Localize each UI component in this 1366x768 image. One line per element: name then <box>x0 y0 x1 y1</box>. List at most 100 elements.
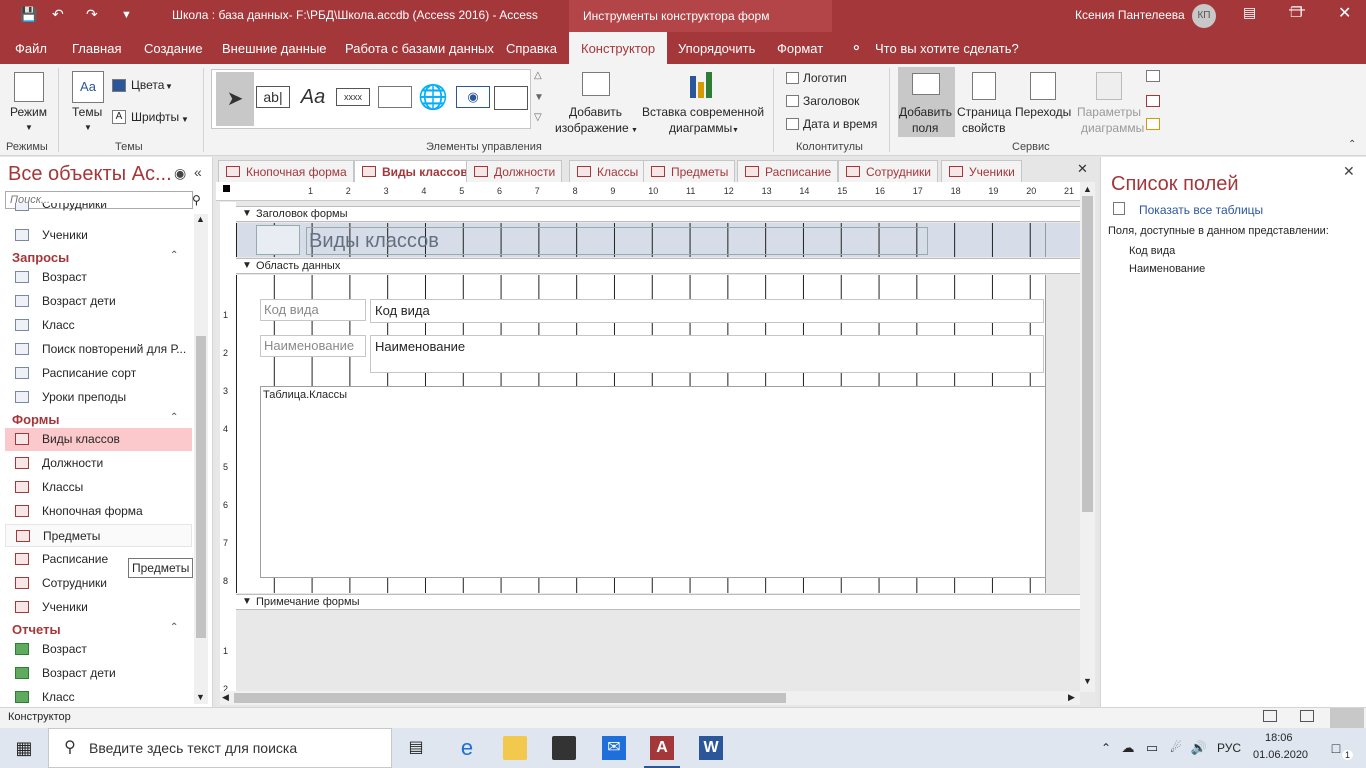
store-icon[interactable] <box>552 736 576 760</box>
hyperlink-globe-icon[interactable]: 🌐 <box>416 84 450 118</box>
design-hscrollbar[interactable]: ◀ ▶ <box>220 691 1080 705</box>
list-item[interactable]: Поиск повторений для Р... <box>5 338 192 361</box>
scroll-down-icon[interactable]: ▼ <box>1083 676 1092 686</box>
windows-start-icon[interactable]: ▦ <box>12 736 36 760</box>
gallery-down-icon[interactable]: ▼ <box>534 92 544 103</box>
doc-tab[interactable]: Должности <box>466 160 563 182</box>
form-title-label[interactable]: Виды классов <box>306 227 928 255</box>
tab-help[interactable]: Справка <box>506 41 557 56</box>
scroll-thumb[interactable] <box>1082 196 1093 512</box>
list-item[interactable]: Уроки преподы <box>5 386 192 409</box>
tab-arrange[interactable]: Упорядочить <box>678 41 755 56</box>
design-vscrollbar[interactable]: ▲ ▼ <box>1080 182 1095 692</box>
language-indicator[interactable]: РУС <box>1217 741 1241 755</box>
convert-macros-icon[interactable] <box>1146 118 1160 130</box>
list-item[interactable]: Расписание сорт <box>5 362 192 385</box>
code-label[interactable]: Код вида <box>260 299 366 321</box>
view-code-icon[interactable] <box>1146 70 1160 82</box>
form-logo-icon[interactable] <box>256 225 300 255</box>
tab-create[interactable]: Создание <box>144 41 203 56</box>
customize-qa-icon[interactable]: ▼ <box>121 9 132 21</box>
collapse-section-icon[interactable]: ⌃ <box>170 412 178 423</box>
list-item[interactable]: Класс <box>5 686 192 704</box>
horizontal-ruler[interactable]: 12345678910111213141516171819202122 <box>216 182 1112 201</box>
doc-tab[interactable]: Расписание <box>737 160 839 182</box>
vertical-ruler[interactable]: 1234567812 <box>220 202 236 694</box>
wifi-icon[interactable]: ☄ <box>1164 736 1188 760</box>
design-view-icon[interactable] <box>1330 708 1364 728</box>
close-document-icon[interactable]: ✕ <box>1077 161 1088 177</box>
doc-tab[interactable]: Классы <box>569 160 646 182</box>
search-icon[interactable]: ⚲ <box>192 193 201 207</box>
doc-tab[interactable]: Ученики <box>941 160 1022 182</box>
list-item[interactable]: Возраст дети <box>5 662 192 685</box>
doc-tab[interactable]: Предметы <box>643 160 736 182</box>
show-all-tables-link[interactable]: Показать все таблицы <box>1139 203 1263 217</box>
scroll-up-icon[interactable]: ▲ <box>196 214 205 224</box>
code-textbox[interactable]: Код вида <box>370 299 1044 323</box>
nav-scrollbar[interactable]: ▲ ▼ <box>194 214 208 704</box>
clock-date[interactable]: 01.06.2020 <box>1253 749 1308 761</box>
access-icon[interactable]: A <box>650 736 674 760</box>
ribbon-options-icon[interactable]: ▤ <box>1243 4 1256 21</box>
collapse-section-icon[interactable]: ⌃ <box>170 622 178 633</box>
list-item[interactable]: Возраст <box>5 638 192 661</box>
gallery-up-icon[interactable]: △ <box>534 70 542 81</box>
subform-icon[interactable] <box>1146 95 1160 107</box>
tab-home[interactable]: Главная <box>72 41 121 56</box>
redo-icon[interactable]: ↷ <box>86 6 98 23</box>
collapse-section-icon[interactable]: ⌃ <box>170 250 178 261</box>
close-icon[interactable]: ✕ <box>1338 3 1351 23</box>
section-reports[interactable]: Отчеты ⌃ <box>12 622 178 637</box>
section-queries[interactable]: Запросы ⌃ <box>12 250 178 265</box>
tab-format[interactable]: Формат <box>777 41 823 56</box>
word-icon[interactable]: W <box>699 736 723 760</box>
tray-chevron-icon[interactable]: ⌃ <box>1094 736 1118 760</box>
file-explorer-icon[interactable] <box>503 736 527 760</box>
section-bar-header[interactable]: ▼ Заголовок формы <box>236 206 1080 222</box>
task-view-icon[interactable]: ▤ <box>404 736 428 760</box>
tab-external-data[interactable]: Внешние данные <box>222 41 327 56</box>
form-selector[interactable] <box>223 185 230 192</box>
list-item[interactable]: Кнопочная форма <box>5 500 192 523</box>
list-item[interactable]: Предметы <box>5 524 192 547</box>
tab-file[interactable]: Файл <box>15 41 47 56</box>
onedrive-icon[interactable]: ☁ <box>1116 736 1140 760</box>
volume-icon[interactable]: 🔊 <box>1187 736 1211 760</box>
tab-design[interactable]: Конструктор <box>569 32 668 65</box>
list-item[interactable]: Возраст дети <box>5 290 192 313</box>
list-item[interactable]: Должности <box>5 452 192 475</box>
web-browser-icon[interactable]: ◉ <box>456 86 490 108</box>
section-bar-footer[interactable]: ▼ Примечание формы <box>236 594 1080 610</box>
form-view-icon[interactable] <box>1263 710 1277 722</box>
save-icon[interactable]: 💾 <box>20 6 37 23</box>
collapse-nav-icon[interactable]: « <box>194 164 202 180</box>
doc-tab[interactable]: Кнопочная форма <box>218 160 354 182</box>
gallery-more-icon[interactable]: ▽ <box>534 112 542 123</box>
doc-tab[interactable]: Сотрудники <box>838 160 938 182</box>
list-item[interactable]: Ученики <box>5 596 192 619</box>
nav-title[interactable]: Все объекты Ac... <box>8 163 172 186</box>
avatar[interactable]: КП <box>1192 4 1216 28</box>
field-item[interactable]: Наименование <box>1129 263 1205 275</box>
select-pointer-icon[interactable]: ➤ <box>216 72 254 126</box>
scroll-thumb[interactable] <box>196 336 206 638</box>
collapse-ribbon-icon[interactable]: ⌃ <box>1348 139 1356 150</box>
list-item[interactable]: Возраст <box>5 266 192 289</box>
field-item[interactable]: Код вида <box>1129 245 1175 257</box>
list-item[interactable]: Виды классов <box>5 428 192 451</box>
scroll-down-icon[interactable]: ▼ <box>196 692 205 702</box>
battery-icon[interactable]: ▭ <box>1140 736 1164 760</box>
undo-icon[interactable]: ↶ <box>52 6 64 23</box>
section-bar-detail[interactable]: ▼ Область данных <box>236 258 1080 274</box>
scroll-right-icon[interactable]: ▶ <box>1068 692 1075 703</box>
list-item[interactable]: Ученики <box>5 224 192 247</box>
label-control-icon[interactable]: Aa <box>296 84 330 118</box>
taskbar-search-input[interactable]: Введите здесь текст для поиска <box>48 728 392 768</box>
restore-icon[interactable]: ❐ <box>1290 4 1303 21</box>
add-fields-button[interactable]: Добавить поля <box>898 67 955 137</box>
mail-icon[interactable]: ✉ <box>602 736 626 760</box>
layout-view-icon[interactable] <box>1300 710 1314 722</box>
name-label[interactable]: Наименование <box>260 335 366 357</box>
edge-icon[interactable]: e <box>455 736 479 760</box>
